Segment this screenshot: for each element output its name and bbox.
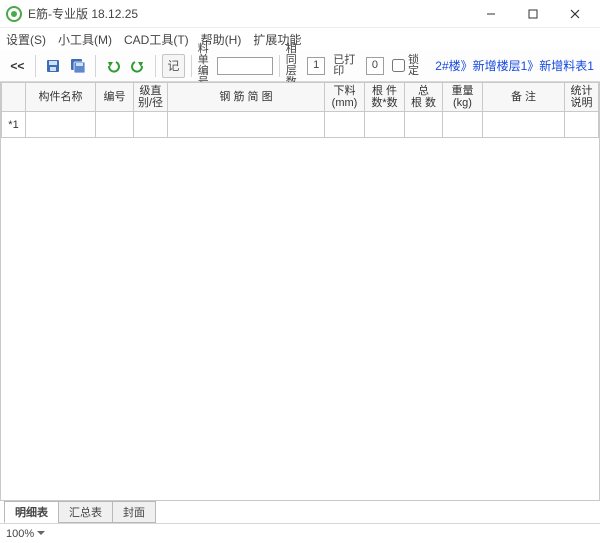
col-remark[interactable]: 备 注 bbox=[483, 83, 565, 112]
app-icon bbox=[6, 6, 22, 22]
redo-button[interactable] bbox=[127, 54, 150, 78]
printed-value: 0 bbox=[366, 57, 384, 75]
col-total-root[interactable]: 总 根 数 bbox=[405, 83, 443, 112]
close-button[interactable] bbox=[554, 0, 596, 28]
cell-level-diam[interactable] bbox=[134, 112, 168, 138]
grid-empty-area[interactable] bbox=[1, 140, 599, 500]
col-cut-length[interactable]: 下料 (mm) bbox=[325, 83, 365, 112]
cell-sketch[interactable] bbox=[168, 112, 325, 138]
col-stat[interactable]: 统计 说明 bbox=[565, 83, 599, 112]
titlebar: E筋-专业版 18.12.25 bbox=[0, 0, 600, 28]
sheet-code-group: 料单 编号 bbox=[198, 44, 273, 88]
separator bbox=[35, 55, 36, 77]
col-blank bbox=[2, 83, 26, 112]
tab-detail[interactable]: 明细表 bbox=[4, 501, 59, 523]
printed-label: 已打印 bbox=[333, 55, 363, 77]
save-all-button[interactable] bbox=[66, 54, 89, 78]
cell-total-root[interactable] bbox=[405, 112, 443, 138]
note-button[interactable]: 记 bbox=[162, 54, 185, 78]
same-floor-label-top: 相同 bbox=[286, 44, 305, 66]
cell-code[interactable] bbox=[96, 112, 134, 138]
row-index[interactable]: *1 bbox=[2, 112, 26, 138]
grid-header-row: 构件名称 编号 级直 别/径 钢 筋 简 图 下料 (m bbox=[2, 83, 599, 112]
bottom-tabs: 明细表 汇总表 封面 bbox=[0, 501, 600, 523]
col-root-piece[interactable]: 根 件 数*数 bbox=[365, 83, 405, 112]
toolbar: << 记 料单 编号 相同 层数 1 已打印 0 锁定 2#楼 bbox=[0, 50, 600, 82]
data-grid[interactable]: 构件名称 编号 级直 别/径 钢 筋 简 图 下料 (m bbox=[1, 82, 599, 138]
tab-cover[interactable]: 封面 bbox=[112, 501, 156, 523]
col-code[interactable]: 编号 bbox=[96, 83, 134, 112]
collapse-button[interactable]: << bbox=[6, 54, 29, 78]
breadcrumb[interactable]: 2#楼》新增楼层1》新增料表1 bbox=[435, 57, 594, 74]
undo-button[interactable] bbox=[102, 54, 125, 78]
lock-label: 锁定 bbox=[408, 55, 427, 77]
window-title: E筋-专业版 18.12.25 bbox=[28, 5, 470, 22]
window-controls bbox=[470, 0, 596, 28]
col-weight[interactable]: 重量 (kg) bbox=[443, 83, 483, 112]
menu-cadtools[interactable]: CAD工具(T) bbox=[124, 31, 189, 48]
cell-weight[interactable] bbox=[443, 112, 483, 138]
main-area: 构件名称 编号 级直 别/径 钢 筋 简 图 下料 (m bbox=[0, 82, 600, 501]
cell-root-piece[interactable] bbox=[365, 112, 405, 138]
printed-group: 已打印 0 bbox=[333, 55, 384, 77]
maximize-button[interactable] bbox=[512, 0, 554, 28]
same-floor-value[interactable]: 1 bbox=[307, 57, 325, 75]
minimize-button[interactable] bbox=[470, 0, 512, 28]
same-floor-group: 相同 层数 1 bbox=[286, 44, 325, 88]
separator bbox=[155, 55, 156, 77]
col-name[interactable]: 构件名称 bbox=[26, 83, 96, 112]
separator bbox=[95, 55, 96, 77]
cell-stat[interactable] bbox=[565, 112, 599, 138]
lock-checkbox[interactable] bbox=[392, 59, 405, 72]
col-sketch[interactable]: 钢 筋 简 图 bbox=[168, 83, 325, 112]
grid-wrap: 构件名称 编号 级直 别/径 钢 筋 简 图 下料 (m bbox=[0, 82, 600, 501]
menu-smalltools[interactable]: 小工具(M) bbox=[58, 31, 112, 48]
statusbar: 100% bbox=[0, 523, 600, 543]
lock-group[interactable]: 锁定 bbox=[386, 55, 427, 77]
cell-cut-length[interactable] bbox=[325, 112, 365, 138]
zoom-control[interactable]: 100% bbox=[6, 528, 45, 540]
cell-name[interactable] bbox=[26, 112, 96, 138]
sheet-code-label-top: 料单 bbox=[198, 44, 215, 66]
cell-remark[interactable] bbox=[483, 112, 565, 138]
save-button[interactable] bbox=[42, 54, 65, 78]
separator bbox=[279, 55, 280, 77]
table-row[interactable]: *1 bbox=[2, 112, 599, 138]
tab-summary[interactable]: 汇总表 bbox=[58, 501, 113, 523]
sheet-code-input[interactable] bbox=[217, 57, 273, 75]
zoom-value[interactable]: 100% bbox=[6, 528, 45, 540]
col-level-diam[interactable]: 级直 别/径 bbox=[134, 83, 168, 112]
separator bbox=[191, 55, 192, 77]
menu-settings[interactable]: 设置(S) bbox=[6, 31, 46, 48]
